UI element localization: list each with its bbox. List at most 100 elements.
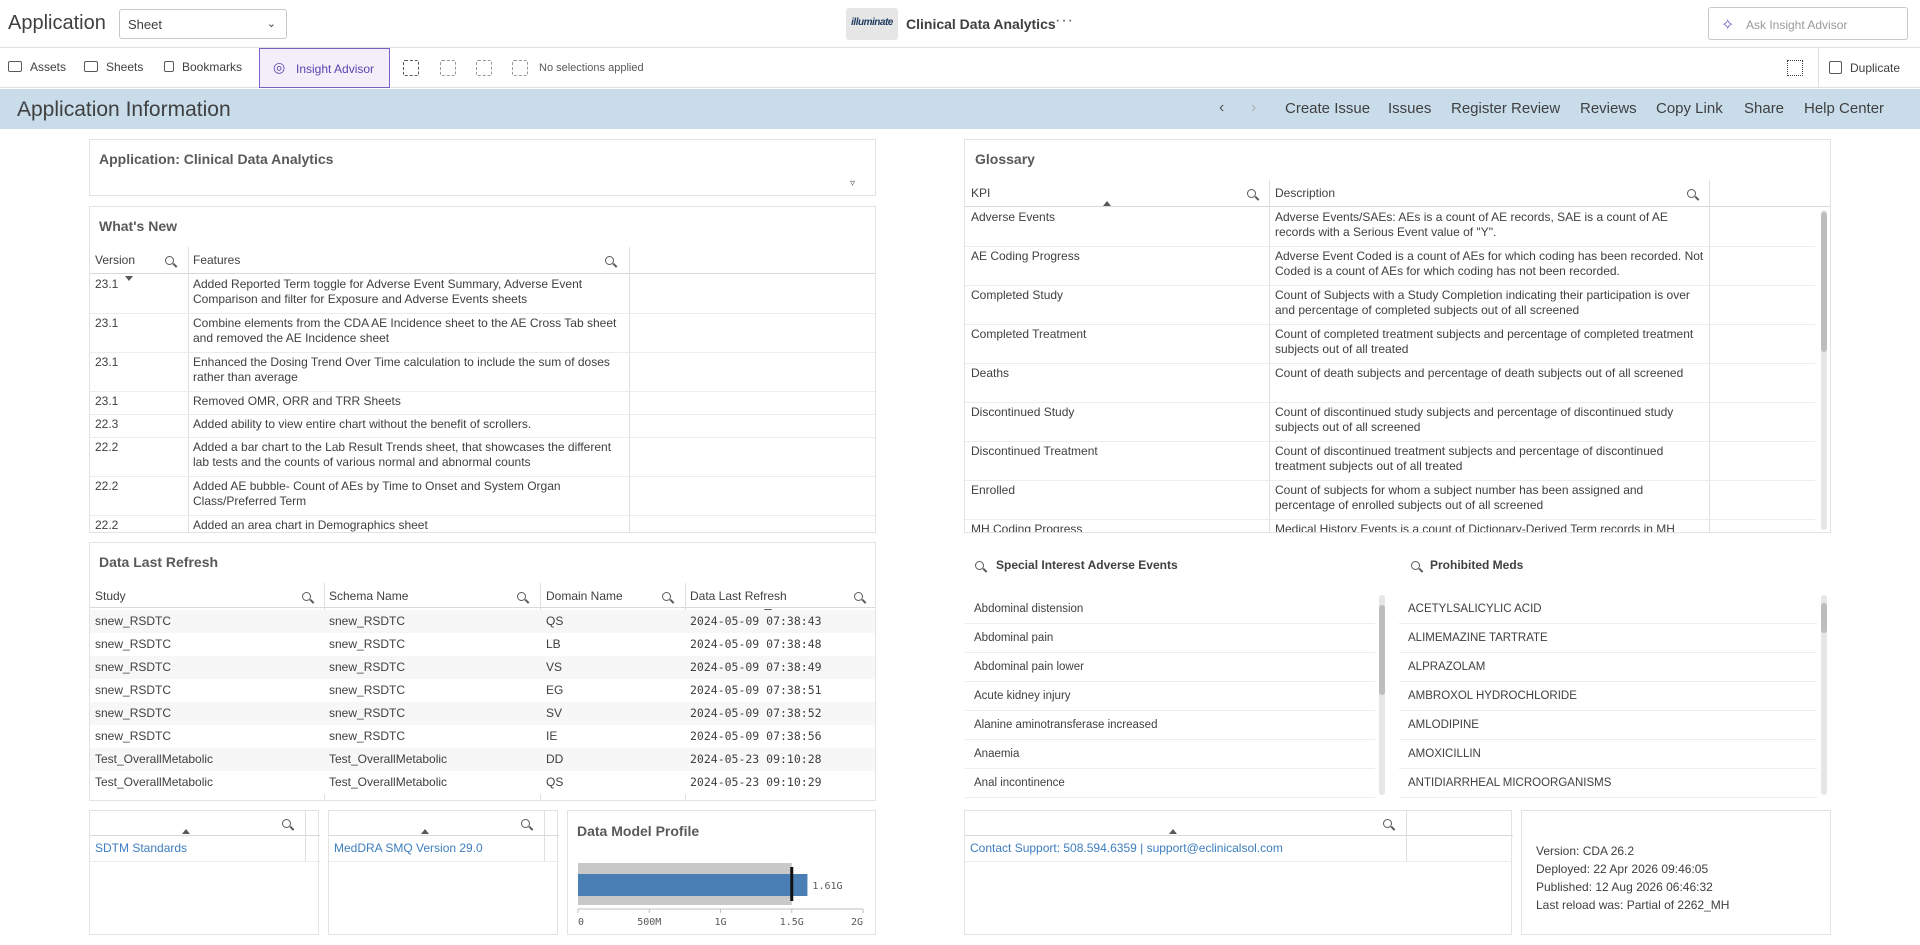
row-divider <box>90 414 875 415</box>
search-icon[interactable] <box>1411 561 1420 570</box>
search-icon[interactable] <box>521 819 530 828</box>
list-item[interactable]: ALIMEMAZINE TARTRATE <box>1408 632 1548 644</box>
selections-status: No selections applied <box>539 62 644 74</box>
row-divider <box>1399 768 1817 769</box>
contact-support-link[interactable]: Contact Support: 508.594.6359 | support@… <box>970 841 1283 856</box>
study-cell: snew_RSDTC <box>95 706 172 720</box>
copy-link-link[interactable]: Copy Link <box>1656 100 1723 117</box>
help-center-link[interactable]: Help Center <box>1804 100 1884 117</box>
step-forward-icon[interactable] <box>476 60 492 76</box>
ask-insight-placeholder: Ask Insight Advisor <box>1746 18 1848 32</box>
list-item[interactable]: AMOXICILLIN <box>1408 748 1481 760</box>
study-cell: snew_RSDTC <box>95 614 172 628</box>
glossary-scrollbar-thumb[interactable] <box>1821 212 1827 352</box>
sdtm-standards-link[interactable]: SDTM Standards <box>95 841 187 856</box>
list-item[interactable]: Abdominal pain lower <box>974 661 1084 673</box>
sheet-dropdown[interactable]: Sheet ⌄ <box>119 9 287 39</box>
column-divider <box>544 811 545 861</box>
list-item[interactable]: AMLODIPINE <box>1408 719 1479 731</box>
feature-cell: Added a bar chart to the Lab Result Tren… <box>193 440 612 469</box>
domain-cell: DD <box>546 752 564 766</box>
row-divider <box>965 324 1815 325</box>
target-marker <box>790 867 794 901</box>
more-options-icon[interactable]: ··· <box>1055 12 1074 30</box>
list-item[interactable]: Alanine aminotransferase increased <box>974 719 1157 731</box>
domain-cell: QS <box>546 614 564 628</box>
header-divider <box>90 835 320 836</box>
meddra-version-link[interactable]: MedDRA SMQ Version 29.0 <box>334 841 483 856</box>
search-icon[interactable] <box>1687 189 1696 198</box>
search-icon[interactable] <box>302 592 311 601</box>
search-icon[interactable] <box>605 256 614 265</box>
refresh-time-cell: 2024-05-09 07:38:52 <box>690 706 822 720</box>
list-item[interactable]: Abdominal distension <box>974 603 1083 615</box>
row-divider <box>965 402 1815 403</box>
list-item[interactable]: ACETYLSALICYLIC ACID <box>1408 603 1542 615</box>
column-header-kpi[interactable]: KPI <box>971 186 990 200</box>
search-icon[interactable] <box>165 256 174 265</box>
search-icon[interactable] <box>517 592 526 601</box>
list-item[interactable]: Anaemia <box>974 748 1019 760</box>
column-header-description[interactable]: Description <box>1275 186 1335 200</box>
search-icon[interactable] <box>975 561 984 570</box>
version-cell: 22.2 <box>95 518 119 532</box>
reviews-link[interactable]: Reviews <box>1580 100 1637 117</box>
prohibited-scrollbar-thumb[interactable] <box>1821 603 1827 633</box>
special-ae-scrollbar-thumb[interactable] <box>1379 605 1385 695</box>
assets-button[interactable]: Assets <box>8 60 66 74</box>
sheets-button[interactable]: Sheets <box>84 60 143 74</box>
column-header-study[interactable]: Study <box>95 589 126 603</box>
issues-link[interactable]: Issues <box>1388 100 1431 117</box>
row-divider <box>965 363 1815 364</box>
register-review-link[interactable]: Register Review <box>1451 100 1560 117</box>
refresh-time-cell: 2024-05-09 07:38:43 <box>690 614 822 628</box>
search-icon[interactable] <box>662 592 671 601</box>
grid-layout-icon[interactable] <box>1787 60 1803 76</box>
create-issue-link[interactable]: Create Issue <box>1285 100 1370 117</box>
published-line: Published: 12 Aug 2026 06:46:32 <box>1536 880 1713 894</box>
search-icon[interactable] <box>1383 819 1392 828</box>
clear-selections-icon[interactable] <box>512 60 528 76</box>
column-header-version[interactable]: Version <box>95 253 135 267</box>
description-cell: Count of death subjects and percentage o… <box>1275 366 1684 380</box>
insight-advisor-button[interactable]: ◎ Insight Advisor <box>259 48 390 88</box>
list-item[interactable]: Abdominal pain <box>974 632 1053 644</box>
column-header-features[interactable]: Features <box>193 253 240 267</box>
duplicate-button[interactable]: Duplicate <box>1818 48 1920 88</box>
kpi-cell: AE Coding Progress <box>971 249 1080 263</box>
description-cell: Adverse Event Coded is a count of AEs fo… <box>1275 249 1704 278</box>
description-cell: Count of discontinued treatment subjects… <box>1275 444 1664 473</box>
schema-cell: Test_OverallMetabolic <box>329 775 448 789</box>
sdtm-panel: SDTM Standards <box>89 810 320 935</box>
list-item[interactable]: Anal incontinence <box>974 777 1065 789</box>
row-divider <box>965 681 1375 682</box>
search-icon[interactable] <box>1247 189 1256 198</box>
schema-cell: snew_RSDTC <box>329 614 406 628</box>
list-item[interactable]: ANTIDIARRHEAL MICROORGANISMS <box>1408 777 1611 789</box>
chevron-right-icon[interactable]: › <box>1251 99 1256 117</box>
sheet-header-band: Application Information ‹ › Create Issue… <box>0 89 1920 129</box>
step-back-icon[interactable] <box>440 60 456 76</box>
list-item[interactable]: ALPRAZOLAM <box>1408 661 1485 673</box>
smart-search-icon[interactable] <box>403 60 419 76</box>
bookmarks-button[interactable]: Bookmarks <box>164 60 242 74</box>
column-divider <box>188 247 189 532</box>
share-link[interactable]: Share <box>1744 100 1784 117</box>
list-item[interactable]: Acute kidney injury <box>974 690 1071 702</box>
description-cell: Adverse Events/SAEs: AEs is a count of A… <box>1275 210 1668 239</box>
column-header-last-refresh[interactable]: Data Last Refresh <box>690 589 787 603</box>
schema-cell: snew_RSDTC <box>329 729 406 743</box>
glossary-title: Glossary <box>975 151 1035 167</box>
column-header-domain[interactable]: Domain Name <box>546 589 623 603</box>
study-cell: snew_RSDTC <box>95 637 172 651</box>
tick-label: 2G <box>851 917 863 928</box>
header-divider <box>965 206 1830 207</box>
search-icon[interactable] <box>854 592 863 601</box>
list-item[interactable]: AMBROXOL HYDROCHLORIDE <box>1408 690 1577 702</box>
ask-insight-advisor-input[interactable]: ✧ Ask Insight Advisor <box>1708 7 1908 40</box>
search-icon[interactable] <box>282 819 291 828</box>
chevron-left-icon[interactable]: ‹ <box>1219 99 1224 117</box>
column-header-schema[interactable]: Schema Name <box>329 589 408 603</box>
filter-icon[interactable]: ▿ <box>850 178 855 189</box>
row-divider <box>965 861 1513 862</box>
